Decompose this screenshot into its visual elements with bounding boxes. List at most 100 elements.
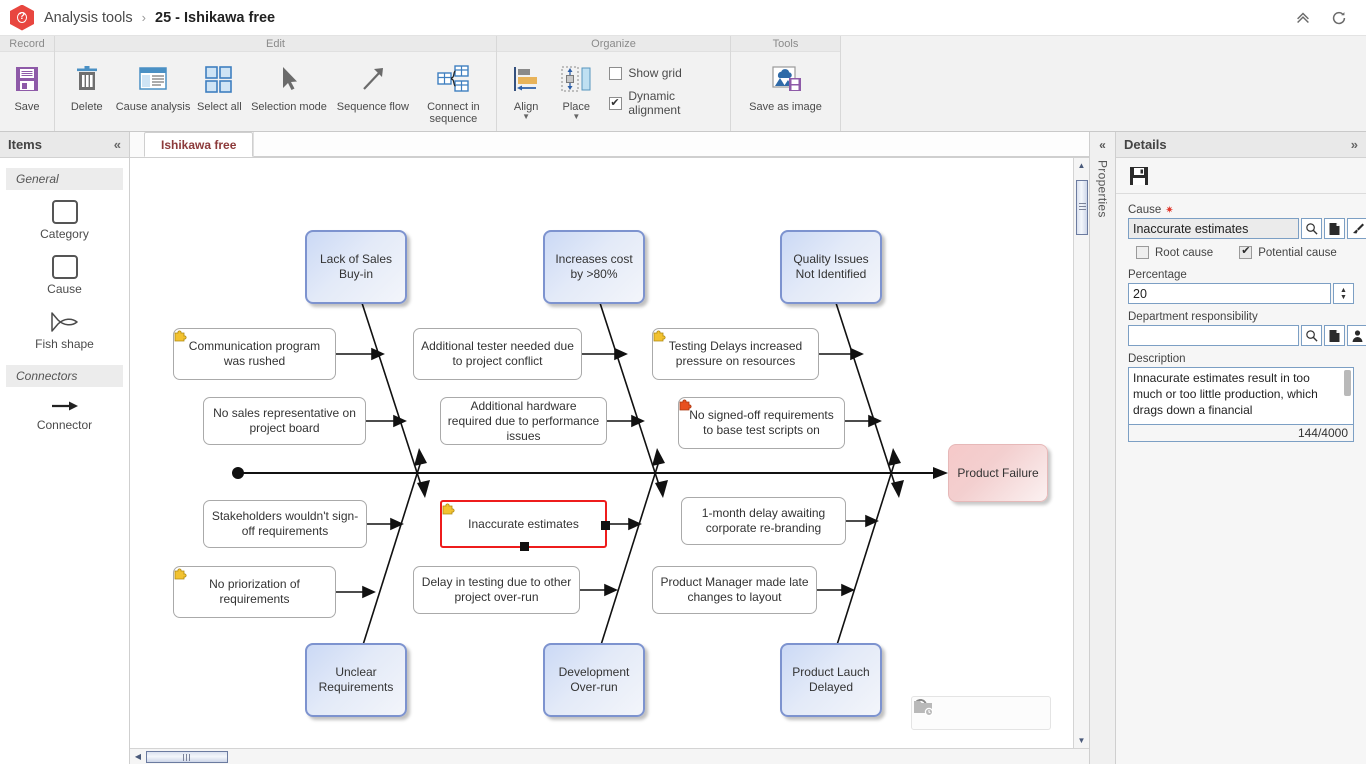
- dynamic-alignment-checkbox[interactable]: Dynamic alignment: [609, 89, 726, 117]
- cause-node-selected[interactable]: Inaccurate estimates: [440, 500, 607, 548]
- department-field-row: [1128, 325, 1354, 346]
- sequence-flow-button[interactable]: Sequence flow: [331, 57, 415, 115]
- chevron-down-icon[interactable]: ▼: [522, 113, 530, 120]
- refresh-icon[interactable]: [1330, 9, 1348, 27]
- cause-node[interactable]: No sales representative on project board: [203, 397, 366, 445]
- category-node-label: Product Lauch Delayed: [788, 665, 874, 695]
- palette-item-category[interactable]: Category: [6, 200, 123, 241]
- palette-item-cause[interactable]: Cause: [6, 255, 123, 296]
- document-icon[interactable]: [1324, 218, 1345, 239]
- percentage-stepper[interactable]: ▲ ▼: [1333, 283, 1354, 304]
- horizontal-scroll-thumb[interactable]: [146, 751, 228, 763]
- save-as-image-button[interactable]: Save as image: [736, 57, 836, 115]
- cloud-image-save-icon: [769, 59, 803, 99]
- search-icon[interactable]: [1301, 218, 1322, 239]
- connect-tables-icon: [436, 59, 470, 99]
- canvas-horizontal-scrollbar[interactable]: ◀: [130, 748, 1089, 764]
- save-button[interactable]: Save: [4, 57, 50, 115]
- ribbon-group-title: Edit: [55, 36, 496, 52]
- fishbone-diagram-canvas[interactable]: Lack of Sales Buy-in Increases cost by >…: [130, 158, 1073, 748]
- breadcrumb-separator: ›: [142, 10, 146, 25]
- chevron-double-up-icon[interactable]: [1294, 9, 1312, 27]
- organize-checkbox-list: Show grid Dynamic alignment: [601, 57, 726, 117]
- category-node[interactable]: Development Over-run: [543, 643, 645, 717]
- checkbox-box: [609, 67, 622, 80]
- cause-node[interactable]: No priorization of requirements: [173, 566, 336, 618]
- chevron-double-left-icon[interactable]: «: [114, 137, 121, 152]
- select-all-button[interactable]: Select all: [192, 57, 247, 115]
- brush-icon[interactable]: [1347, 218, 1366, 239]
- breadcrumb: Analysis tools › 25 - Ishikawa free: [44, 10, 275, 26]
- search-icon[interactable]: [1301, 325, 1322, 346]
- place-button[interactable]: Place ▼: [551, 57, 601, 122]
- ribbon-toolbar: Record Save Edit: [0, 36, 1366, 132]
- cause-node[interactable]: Stakeholders wouldn't sign-off requireme…: [203, 500, 367, 548]
- description-field-row: Innacurate estimates result in too much …: [1128, 367, 1354, 425]
- selection-mode-button[interactable]: Selection mode: [247, 57, 331, 115]
- puzzle-yellow-icon: [174, 329, 188, 342]
- document-icon[interactable]: [1324, 325, 1345, 346]
- category-node[interactable]: Increases cost by >80%: [543, 230, 645, 304]
- category-node[interactable]: Unclear Requirements: [305, 643, 407, 717]
- diagonal-arrow-icon: [358, 59, 388, 99]
- cause-node[interactable]: Testing Delays increased pressure on res…: [652, 328, 819, 380]
- tabbar-filler: [253, 132, 1089, 157]
- show-grid-checkbox[interactable]: Show grid: [609, 66, 726, 80]
- show-grid-label: Show grid: [628, 66, 681, 80]
- dynamic-alignment-label: Dynamic alignment: [628, 89, 726, 117]
- scroll-down-arrow[interactable]: ▼: [1074, 733, 1090, 748]
- category-node[interactable]: Lack of Sales Buy-in: [305, 230, 407, 304]
- canvas-column: Ishikawa free: [130, 132, 1089, 764]
- root-cause-checkbox[interactable]: Root cause: [1136, 246, 1213, 259]
- properties-strip[interactable]: « Properties: [1089, 132, 1115, 764]
- chevron-double-right-icon[interactable]: »: [1351, 137, 1358, 152]
- chevron-double-left-icon[interactable]: «: [1099, 138, 1106, 152]
- delete-button-label: Delete: [71, 101, 103, 113]
- cause-node[interactable]: Additional tester needed due to project …: [413, 328, 582, 380]
- department-input[interactable]: [1128, 325, 1299, 346]
- potential-cause-checkbox[interactable]: Potential cause: [1239, 246, 1337, 259]
- resize-handle-bottom[interactable]: [520, 542, 529, 551]
- ribbon-group-organize: Organize Align ▼: [497, 36, 731, 131]
- zoom-in-icon[interactable]: [952, 701, 978, 725]
- document-tab-ishikawa-free[interactable]: Ishikawa free: [144, 132, 253, 157]
- delete-button[interactable]: Delete: [59, 57, 114, 115]
- cause-node[interactable]: No signed-off requirements to base test …: [678, 397, 845, 449]
- cause-node[interactable]: Delay in testing due to other project ov…: [413, 566, 580, 614]
- checkbox-box: [1239, 246, 1252, 259]
- percentage-input[interactable]: [1128, 283, 1331, 304]
- connect-in-sequence-button[interactable]: Connect in sequence: [415, 57, 492, 127]
- cause-node-label: Additional hardware required due to perf…: [447, 399, 600, 444]
- main-area: Items « General Category Cause Fish shap…: [0, 132, 1366, 764]
- category-node[interactable]: Product Lauch Delayed: [780, 643, 882, 717]
- ribbon-filler: [841, 36, 1366, 131]
- cause-node[interactable]: Product Manager made late changes to lay…: [652, 566, 817, 614]
- category-node[interactable]: Quality Issues Not Identified: [780, 230, 882, 304]
- palette-item-connector[interactable]: Connector: [6, 397, 123, 432]
- cause-input[interactable]: [1128, 218, 1299, 239]
- cause-node-label: Testing Delays increased pressure on res…: [659, 339, 812, 369]
- cause-analysis-button[interactable]: Cause analysis: [114, 57, 191, 115]
- scroll-left-arrow[interactable]: ◀: [130, 749, 146, 764]
- cause-node-label: Communication program was rushed: [180, 339, 329, 369]
- cause-node[interactable]: Additional hardware required due to perf…: [440, 397, 607, 445]
- zoom-reset-icon[interactable]: [984, 701, 1010, 725]
- chevron-down-icon[interactable]: ▼: [572, 113, 580, 120]
- puzzle-red-icon: [679, 398, 693, 411]
- description-scroll-thumb[interactable]: [1344, 370, 1351, 396]
- description-textarea[interactable]: Innacurate estimates result in too much …: [1128, 367, 1354, 425]
- cause-node[interactable]: Communication program was rushed: [173, 328, 336, 380]
- cause-node[interactable]: 1-month delay awaiting corporate re-bran…: [681, 497, 846, 545]
- palette-item-fish-shape[interactable]: Fish shape: [6, 310, 123, 351]
- open-recent-folder-icon[interactable]: [1016, 701, 1042, 725]
- breadcrumb-root[interactable]: Analysis tools: [44, 10, 133, 26]
- scroll-up-arrow[interactable]: ▲: [1074, 158, 1090, 173]
- person-icon[interactable]: [1347, 325, 1366, 346]
- align-button[interactable]: Align ▼: [501, 57, 551, 122]
- cause-node-label: Additional tester needed due to project …: [420, 339, 575, 369]
- canvas-vertical-scrollbar[interactable]: ▲ ▼: [1073, 158, 1089, 748]
- vertical-scroll-thumb[interactable]: [1076, 180, 1088, 235]
- resize-handle-right[interactable]: [601, 521, 610, 530]
- floppy-disk-icon[interactable]: [1128, 165, 1150, 187]
- effect-node[interactable]: Product Failure: [948, 444, 1048, 502]
